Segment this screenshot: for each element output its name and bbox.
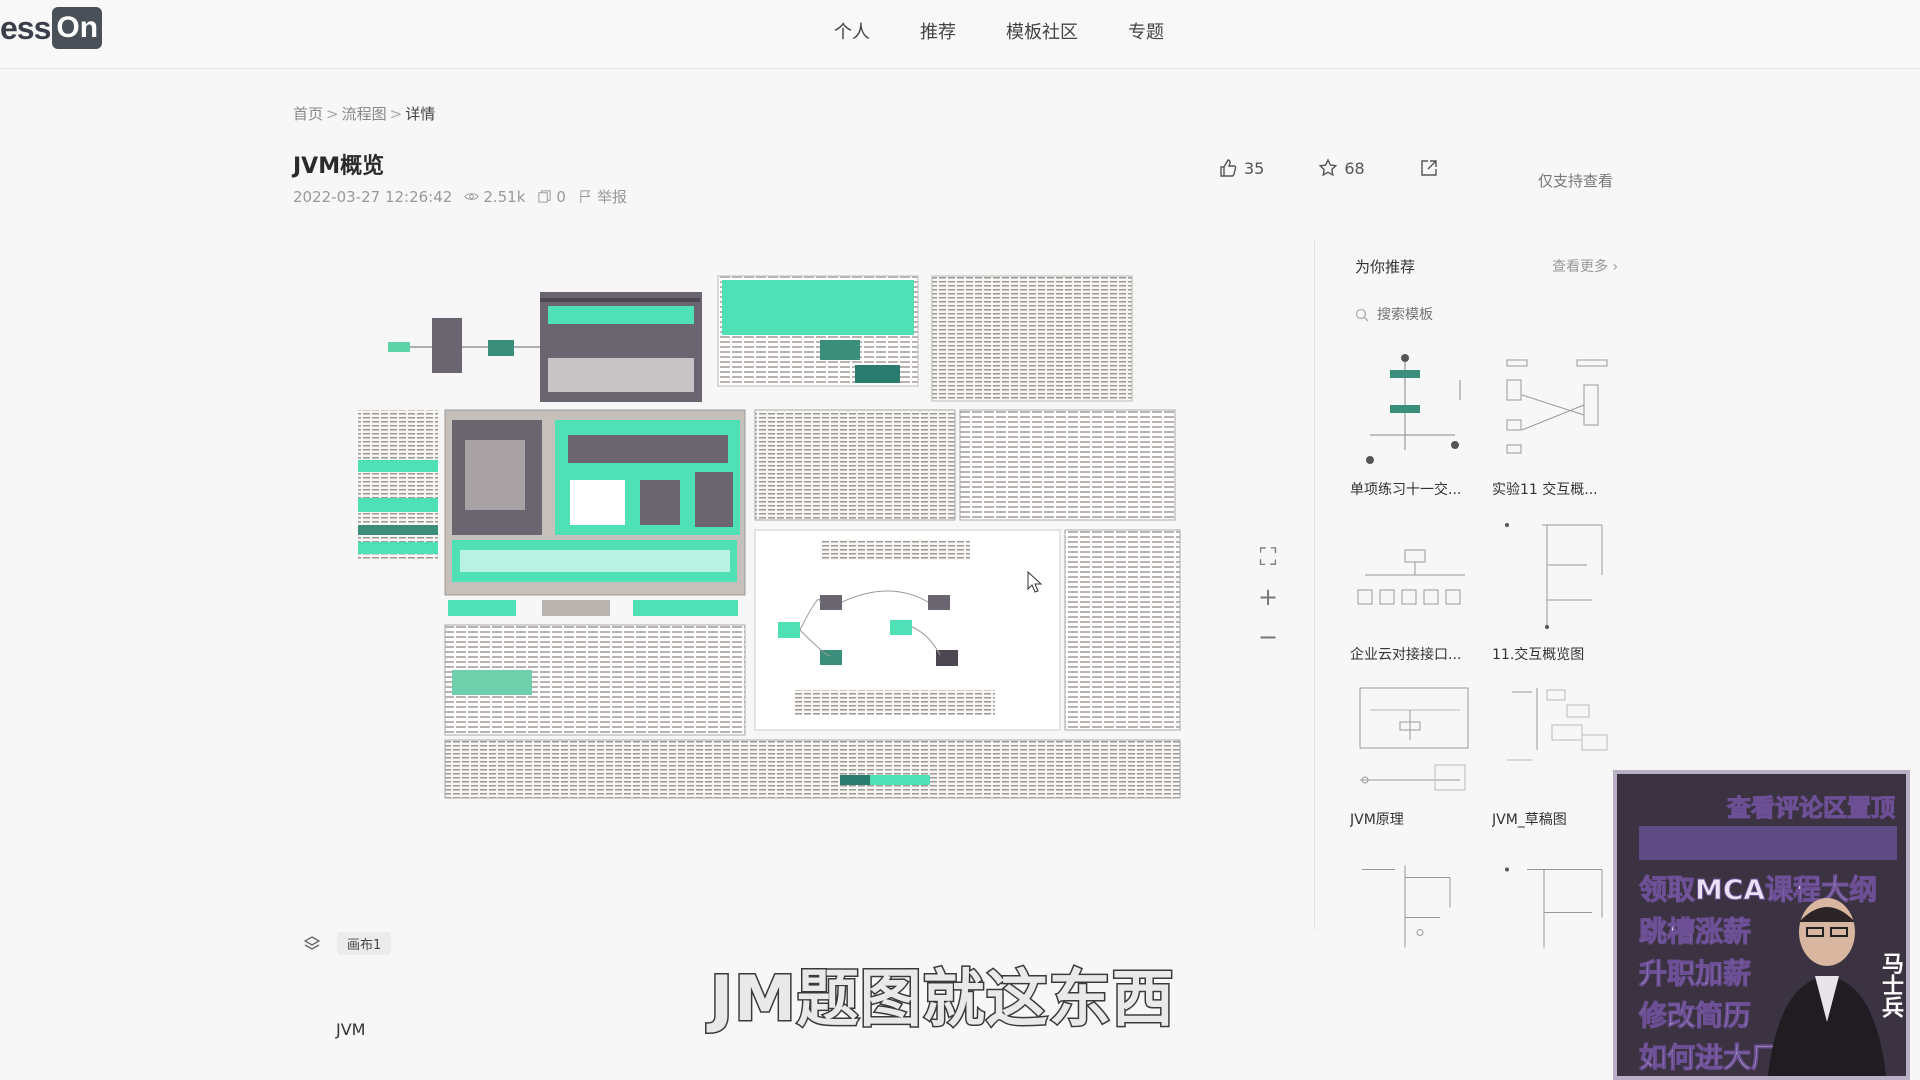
template-card[interactable] (1492, 845, 1617, 970)
see-more-label: 查看更多 (1552, 259, 1608, 275)
template-search (1355, 300, 1605, 330)
template-card[interactable]: 实验11 交互概... (1492, 350, 1617, 499)
template-card[interactable] (1350, 845, 1475, 970)
promo-line: 查看评论区置顶 (1727, 794, 1896, 823)
doc-meta: 2022-03-27 12:26:42 2.51k 0 举报 (293, 186, 627, 207)
flag-icon (580, 190, 591, 204)
layers-icon[interactable] (303, 935, 321, 953)
template-title: 企业云对接接口... (1350, 647, 1462, 663)
search-icon (1355, 308, 1369, 322)
presenter-name: 马士兵 (1878, 952, 1903, 1018)
report-label: 举报 (596, 188, 627, 206)
promo-overlay[interactable]: 查看评论区置顶 领取MCA课程大纲 跳槽涨薪 升职加薪 修改简历 如何进大厂 马… (1613, 770, 1910, 1080)
report-button[interactable]: 举报 (578, 186, 627, 207)
copy-icon (538, 190, 551, 203)
promo-line: 如何进大厂 (1638, 1041, 1780, 1075)
fullscreen-icon[interactable]: ⛶ (1256, 545, 1280, 569)
page-switcher: 画布1 (303, 932, 392, 955)
copies-group: 0 (537, 188, 566, 206)
template-card[interactable]: 企业云对接接口... (1350, 515, 1475, 664)
template-title: JVM_草稿图 (1492, 812, 1567, 828)
jvm-diagram-thumbnail (358, 275, 1181, 799)
page-title: JVM概览 (293, 154, 385, 179)
zoom-out-icon[interactable]: − (1256, 625, 1280, 649)
template-card[interactable]: 单项练习十一交... (1350, 350, 1475, 499)
main-nav: 个人 推荐 模板社区 专题 (834, 18, 1164, 44)
thumbs-up-icon (1220, 159, 1237, 177)
share-button[interactable] (1419, 158, 1439, 178)
views-group: 2.51k (464, 188, 525, 206)
doc-datetime: 2022-03-27 12:26:42 (293, 187, 453, 206)
logo-badge: On (52, 7, 103, 49)
nav-item-template-community[interactable]: 模板社区 (1006, 18, 1078, 44)
diagram-canvas[interactable] (300, 240, 1280, 920)
template-thumbnail (1506, 359, 1608, 454)
doc-tag[interactable]: JVM (336, 1020, 365, 1039)
like-button[interactable]: 35 (1218, 158, 1264, 178)
template-thumbnail (1505, 523, 1603, 629)
nav-item-recommend[interactable]: 推荐 (920, 18, 956, 44)
template-title: 单项练习十一交... (1350, 482, 1462, 498)
see-more-link[interactable]: 查看更多 › (1552, 256, 1618, 276)
template-title: 11.交互概览图 (1492, 647, 1585, 663)
zoom-in-icon[interactable]: + (1256, 585, 1280, 609)
promo-banner-bar (1639, 826, 1897, 860)
breadcrumb-home[interactable]: 首页 (293, 105, 323, 123)
breadcrumb-current: 详情 (405, 105, 436, 123)
mouse-cursor-icon (1027, 571, 1043, 593)
template-search-input[interactable] (1375, 306, 1579, 324)
doc-actions: 35 68 (1218, 158, 1439, 178)
copy-count: 0 (556, 187, 566, 206)
template-thumbnail (1366, 354, 1461, 464)
sidebar-divider (1314, 240, 1315, 930)
star-icon (1319, 158, 1338, 177)
breadcrumb: 首页 > 流程图 > 详情 (293, 103, 435, 124)
breadcrumb-separator: > (326, 105, 339, 123)
sidebar-heading: 为你推荐 (1355, 258, 1416, 276)
like-count: 35 (1244, 158, 1265, 178)
logo-text: ess (0, 9, 51, 46)
view-only-label: 仅支持查看 (1538, 172, 1614, 190)
promo-line: 升职加薪 (1638, 957, 1752, 991)
star-count: 68 (1344, 158, 1365, 178)
nav-item-personal[interactable]: 个人 (834, 18, 870, 44)
template-card[interactable]: 11.交互概览图 (1492, 515, 1617, 664)
share-icon (1421, 160, 1437, 176)
breadcrumb-separator: > (389, 105, 403, 123)
eye-icon (464, 193, 479, 200)
template-title: JVM原理 (1350, 812, 1404, 828)
template-title: 实验11 交互概... (1492, 482, 1598, 498)
template-thumbnail (1507, 688, 1608, 761)
video-subtitle: JM题图就这东西 (709, 961, 1176, 1037)
promo-line: 修改简历 (1638, 999, 1752, 1033)
template-thumbnail (1505, 867, 1603, 948)
nav-item-topics[interactable]: 专题 (1128, 18, 1164, 44)
template-thumbnail (1362, 865, 1451, 948)
breadcrumb-category[interactable]: 流程图 (342, 105, 387, 123)
view-count: 2.51k (483, 187, 526, 206)
promo-line: 跳槽涨薪 (1638, 915, 1752, 949)
template-card[interactable]: JVM原理 (1350, 680, 1475, 829)
star-button[interactable]: 68 (1318, 158, 1365, 178)
logo[interactable]: ess On (0, 6, 103, 50)
template-thumbnail (1359, 687, 1469, 791)
template-thumbnail (1357, 549, 1465, 605)
top-navbar: ess On 个人 推荐 模板社区 专题 (0, 0, 1920, 69)
zoom-controls: ⛶ + − (1256, 545, 1280, 649)
page-tab[interactable]: 画布1 (337, 932, 392, 955)
template-card[interactable]: JVM_草稿图 (1492, 680, 1617, 829)
